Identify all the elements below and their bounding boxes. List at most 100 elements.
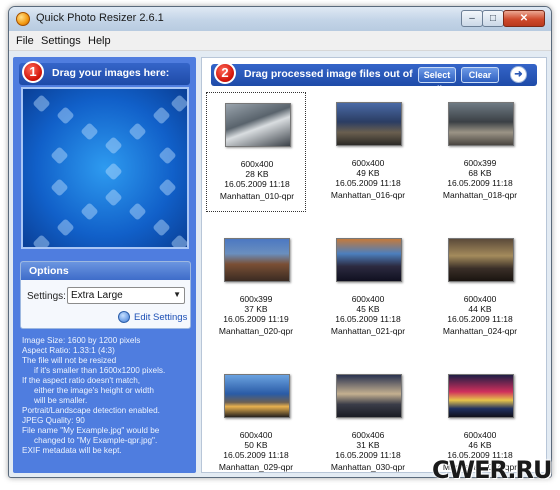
image-date: 16.05.2009 11:18 [223, 449, 289, 460]
drop-zone-tile-icon [104, 188, 123, 207]
drop-zone-tile-icon [50, 146, 69, 165]
image-thumbnail[interactable] [224, 374, 290, 418]
image-thumbnail[interactable] [224, 238, 290, 282]
image-thumbnail-item[interactable]: 600x400 50 KB 16.05.2009 11:18 Manhattan_02… [206, 364, 306, 477]
drop-zone-tile-icon [80, 122, 99, 141]
image-thumbnail-item[interactable]: 600x400 44 KB 16.05.2009 11:18 Manhattan_02… [430, 228, 530, 348]
minimize-button[interactable]: – [461, 10, 483, 27]
window-title: Quick Photo Resizer 2.6.1 [36, 12, 164, 24]
image-thumbnail-item[interactable]: 600x400 49 KB 16.05.2009 11:18 Manhattan_01… [318, 92, 418, 212]
image-filename: Manhattan_018-qpr [442, 190, 518, 200]
image-date: 16.05.2009 11:18 [335, 177, 401, 188]
image-date: 16.05.2009 11:18 [447, 313, 513, 324]
step1-number-badge: 1 [22, 61, 44, 83]
maximize-button[interactable]: □ [482, 10, 504, 27]
image-filename: Manhattan_030-qpr [330, 462, 406, 472]
info-line: Image Size: 1600 by 1200 pixels [22, 336, 141, 345]
options-box: Options Settings: Extra Large ▼ Edit Set… [20, 261, 191, 329]
chevron-down-icon: ▼ [173, 290, 181, 299]
image-thumbnail[interactable] [448, 102, 514, 146]
info-line: will be smaller. [34, 396, 88, 405]
edit-settings-link[interactable]: Edit Settings [134, 312, 187, 323]
image-date: 16.05.2009 11:18 [224, 178, 290, 189]
drop-zone-tile-icon [158, 146, 177, 165]
image-meta: 600x400 44 KB 16.05.2009 11:18 [430, 294, 530, 324]
image-meta: 600x399 37 KB 16.05.2009 11:19 [206, 294, 306, 324]
menu-help[interactable]: Help [88, 35, 111, 47]
image-meta: 600x400 45 KB 16.05.2009 11:18 [318, 294, 418, 324]
image-thumbnail[interactable] [336, 102, 402, 146]
image-thumbnail-item[interactable]: 600x400 28 KB 16.05.2009 11:18 Manhattan_01… [206, 92, 306, 212]
menu-settings[interactable]: Settings [41, 35, 81, 47]
arrow-right-icon[interactable]: ➜ [510, 66, 527, 83]
drop-zone-tile-icon [32, 234, 51, 247]
right-panel: 2 Drag processed image files out of Sele… [201, 57, 547, 473]
drop-zone-tile-icon [158, 178, 177, 197]
edit-settings-icon[interactable] [118, 311, 130, 323]
info-line: The file will not be resized [22, 356, 117, 365]
left-panel: 1 Drag your images here: Options Setting… [13, 57, 196, 473]
close-button[interactable]: ✕ [503, 10, 545, 27]
image-thumbnail[interactable] [336, 374, 402, 418]
image-date: 16.05.2009 11:18 [335, 449, 401, 460]
drop-zone-tile-icon [104, 162, 123, 181]
info-line: either the image's height or width [34, 386, 154, 395]
settings-label: Settings: [27, 291, 66, 302]
info-line: If the aspect ratio doesn't match, [22, 376, 141, 385]
image-date: 16.05.2009 11:18 [335, 313, 401, 324]
image-filename: Manhattan_024-qpr [442, 326, 518, 336]
drop-zone-tile-icon [170, 94, 187, 113]
drop-zone-tile-icon [32, 94, 51, 113]
drop-zone-tile-icon [170, 234, 187, 247]
image-thumbnail[interactable] [336, 238, 402, 282]
app-logo-icon [16, 12, 30, 26]
info-line: File name "My Example.jpg" would be [22, 426, 160, 435]
info-line: JPEG Quality: 90 [22, 416, 85, 425]
image-thumbnail-item[interactable]: 600x400 45 KB 16.05.2009 11:18 Manhattan_02… [318, 228, 418, 348]
clear-button[interactable]: Clear [461, 67, 499, 83]
drop-zone-tile-icon [152, 218, 171, 237]
info-line: Portrait/Landscape detection enabled. [22, 406, 160, 415]
image-filename: Manhattan_020-qpr [218, 326, 294, 336]
image-filename: Manhattan_029-qpr [218, 462, 294, 472]
processed-images-grid: 600x400 28 KB 16.05.2009 11:18 Manhattan_01… [206, 92, 542, 472]
image-filename: Manhattan_016-qpr [330, 190, 406, 200]
title-bar: Quick Photo Resizer 2.6.1 – □ ✕ [9, 7, 551, 31]
watermark: CWER.RU [432, 456, 552, 484]
drop-zone-tile-icon [128, 122, 147, 141]
drop-zone-tile-icon [50, 178, 69, 197]
step2-header: 2 Drag processed image files out of Sele… [211, 62, 537, 94]
image-thumbnail-item[interactable]: 600x399 68 KB 16.05.2009 11:18 Manhattan_01… [430, 92, 530, 212]
drop-zone-tile-icon [56, 106, 75, 125]
step1-header: 1 Drag your images here: [19, 61, 190, 85]
image-drop-zone[interactable] [21, 87, 189, 249]
image-meta: 600x400 49 KB 16.05.2009 11:18 [318, 158, 418, 188]
info-line: Aspect Ratio: 1.33:1 (4:3) [22, 346, 115, 355]
drop-zone-tile-icon [128, 202, 147, 221]
info-line: EXIF metadata will be kept. [22, 446, 122, 455]
drop-zone-tile-icon [56, 218, 75, 237]
image-meta: 600x400 50 KB 16.05.2009 11:18 [206, 430, 306, 460]
select-all-button[interactable]: Select all [418, 67, 456, 94]
image-thumbnail-item[interactable]: 600x399 37 KB 16.05.2009 11:19 Manhattan_02… [206, 228, 306, 348]
image-date: 16.05.2009 11:19 [223, 313, 289, 324]
image-filename: Manhattan_021-qpr [330, 326, 406, 336]
step2-number-badge: 2 [214, 62, 236, 84]
image-thumbnail[interactable] [448, 238, 514, 282]
image-meta: 600x400 28 KB 16.05.2009 11:18 [207, 159, 307, 189]
image-date: 16.05.2009 11:18 [447, 177, 513, 188]
settings-info-text: Image Size: 1600 by 1200 pixels Aspect Ra… [22, 336, 194, 456]
settings-dropdown[interactable]: Extra Large ▼ [67, 287, 185, 304]
settings-selected-value: Extra Large [71, 290, 123, 301]
image-filename: Manhattan_010-qpr [219, 191, 295, 201]
drop-zone-tile-icon [80, 202, 99, 221]
image-meta: 600x399 68 KB 16.05.2009 11:18 [430, 158, 530, 188]
step1-label: Drag your images here: [52, 67, 170, 79]
menu-bar: File Settings Help [9, 31, 551, 51]
info-line: if it's smaller than 1600x1200 pixels. [34, 366, 166, 375]
image-thumbnail-item[interactable]: 600x406 31 KB 16.05.2009 11:18 Manhattan_03… [318, 364, 418, 477]
image-thumbnail[interactable] [225, 103, 291, 147]
image-meta: 600x406 31 KB 16.05.2009 11:18 [318, 430, 418, 460]
menu-file[interactable]: File [16, 35, 34, 47]
image-thumbnail[interactable] [448, 374, 514, 418]
